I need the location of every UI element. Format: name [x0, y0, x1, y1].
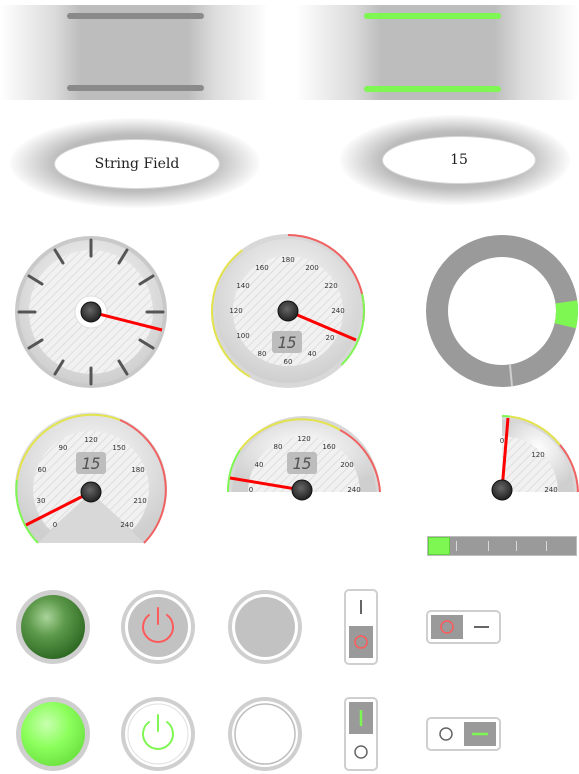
- gauge-label: 150: [112, 444, 125, 452]
- left-gauge: 0 30 60 90 120 150 180 210 240 15: [14, 412, 167, 544]
- gauge-label: 20: [326, 334, 335, 342]
- vertical-toggle-off[interactable]: [344, 589, 378, 665]
- quarter-gauge: 0 120 240: [491, 415, 579, 501]
- gauge-label: 40: [255, 461, 264, 469]
- gauge-label: 120: [229, 307, 242, 315]
- power-button-off[interactable]: [121, 590, 195, 664]
- horizontal-level-bar: [427, 536, 577, 556]
- gauge-label: 0: [53, 521, 57, 529]
- gauge-label: 60: [284, 358, 293, 366]
- gauge-label: 220: [324, 282, 337, 290]
- gauges-canvas: 20 40 60 80 100 120 140 160 180 200 220 …: [14, 234, 579, 771]
- horizontal-toggle-on[interactable]: [426, 717, 501, 751]
- level-bar-tick: [456, 541, 457, 551]
- gauge-label: 30: [37, 497, 46, 505]
- round-button-on[interactable]: [228, 697, 302, 771]
- gauge-label: 120: [531, 451, 544, 459]
- level-bar-tick: [516, 541, 517, 551]
- vertical-toggle-on[interactable]: [344, 697, 378, 771]
- gauge-label: 210: [133, 497, 146, 505]
- plain-gauge: [15, 236, 167, 388]
- gauge-label: 80: [258, 350, 267, 358]
- gauge-label: 200: [305, 264, 318, 272]
- level-bar-tick: [488, 541, 489, 551]
- gauge-label: 80: [274, 443, 283, 451]
- gauge-label: 180: [131, 466, 144, 474]
- gauge-lcd-value: 15: [292, 454, 311, 473]
- gauge-lcd-value: 15: [81, 454, 100, 473]
- gauge-label: 240: [347, 486, 360, 494]
- gauge-label: 40: [308, 350, 317, 358]
- gauge-label: 60: [38, 466, 47, 474]
- semicircle-gauge: 0 40 80 120 160 200 240 15: [226, 416, 381, 501]
- level-bar-fill: [428, 537, 451, 555]
- full-speed-gauge: 20 40 60 80 100 120 140 160 180 200 220 …: [211, 234, 365, 388]
- gauge-label: 120: [297, 435, 310, 443]
- gauge-label: 140: [236, 282, 249, 290]
- gauge-label: 0: [249, 486, 253, 494]
- level-bar-tick: [546, 541, 547, 551]
- gauge-lcd-value: 15: [277, 333, 296, 352]
- gauge-label: 90: [59, 444, 68, 452]
- led-indicator-on: [16, 697, 90, 771]
- power-button-on[interactable]: [121, 697, 195, 771]
- gauge-label: 180: [281, 256, 294, 264]
- led-indicator-off: [16, 590, 90, 664]
- gauge-label: 200: [340, 461, 353, 469]
- ring-level: [426, 235, 578, 387]
- gauge-label: 240: [331, 307, 344, 315]
- round-button-off[interactable]: [228, 590, 302, 664]
- gauge-label: 240: [120, 521, 133, 529]
- gauge-label: 100: [236, 332, 249, 340]
- horizontal-toggle-off[interactable]: [426, 610, 501, 644]
- gauge-label: 240: [544, 486, 557, 494]
- gauge-label: 160: [322, 443, 335, 451]
- gauge-label: 120: [84, 436, 97, 444]
- gauge-label: 160: [255, 264, 268, 272]
- gauge-label: 0: [500, 437, 504, 445]
